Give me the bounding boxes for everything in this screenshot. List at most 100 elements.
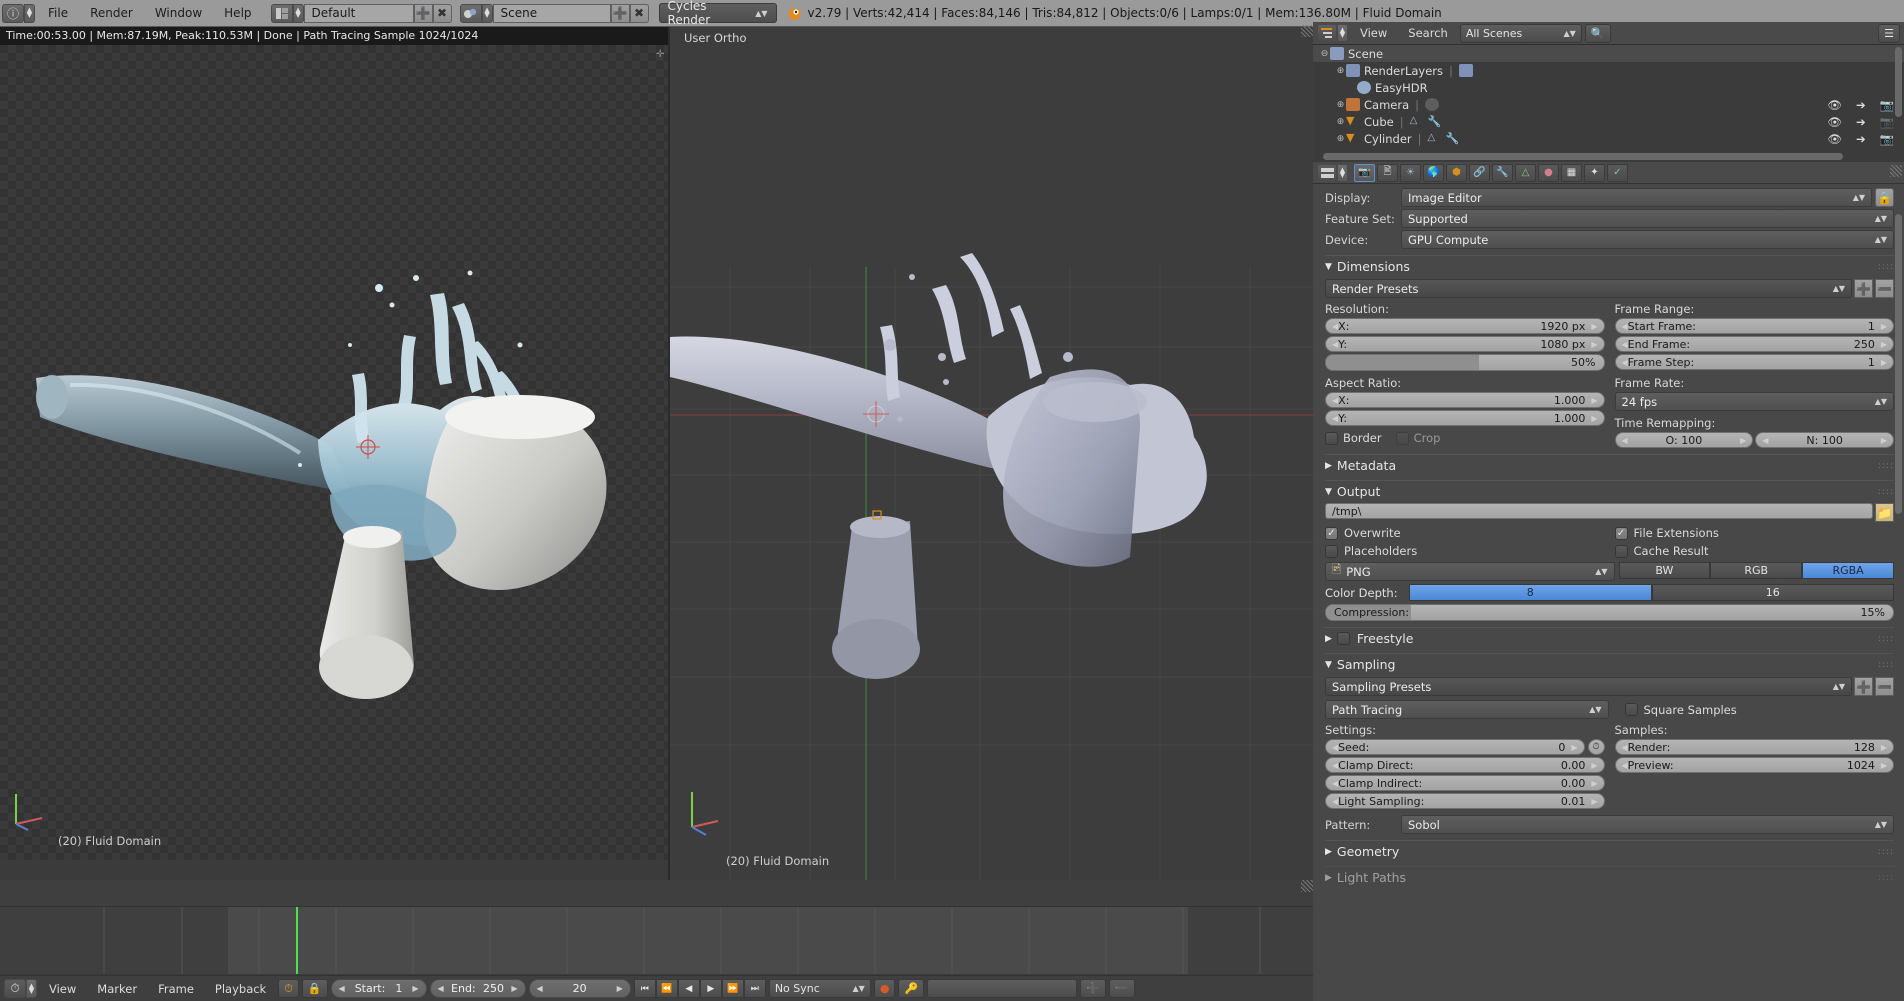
outliner-row-cylinder[interactable]: ⊕ ▼ Cylinder | △ 🔧 👁 ➔ 📷 xyxy=(1313,130,1904,147)
area-split-corner[interactable] xyxy=(1890,165,1902,177)
image-editor-add-icon[interactable]: ✛ xyxy=(656,49,665,60)
start-frame-field[interactable]: ◀ Start: 1 ▶ xyxy=(330,979,427,998)
delete-scene-button[interactable]: ✖ xyxy=(629,3,649,23)
keying-set-field[interactable] xyxy=(927,979,1078,998)
seed-field[interactable]: ◀ Seed: 0 ▶ xyxy=(1325,739,1585,755)
properties-scrollbar[interactable] xyxy=(1895,214,1902,514)
time-remap-old-field[interactable]: ◀ O: 100 ▶ xyxy=(1614,432,1754,448)
increment-icon[interactable]: ▶ xyxy=(412,984,418,993)
aspect-y-field[interactable]: ◀ Y: 1.000 ▶ xyxy=(1325,410,1605,426)
integrator-select[interactable]: Path Tracing ▲▼ xyxy=(1325,700,1609,719)
color-mode-rgb[interactable]: RGB xyxy=(1710,562,1803,579)
outliner-row-renderlayers[interactable]: ⊕ RenderLayers | xyxy=(1313,62,1904,79)
color-depth-8[interactable]: 8 xyxy=(1409,584,1652,601)
area-split-corner[interactable] xyxy=(1301,880,1313,892)
placeholders-checkbox[interactable] xyxy=(1325,544,1338,558)
properties-content[interactable]: Display: Image Editor ▲▼ 🔒 Feature Set: … xyxy=(1313,184,1904,1001)
current-frame-field[interactable]: ◀ 20 ▶ xyxy=(528,979,631,998)
feature-set-select[interactable]: Supported ▲▼ xyxy=(1401,209,1894,228)
add-scene-button[interactable]: ➕ xyxy=(610,3,630,23)
sampling-panel-header[interactable]: ▼ Sampling :::: xyxy=(1325,653,1894,673)
frame-rate-select[interactable]: 24 fps ▲▼ xyxy=(1614,392,1894,411)
mesh-data-icon[interactable]: △ xyxy=(1428,132,1442,145)
resolution-y-field[interactable]: ◀ Y: 1080 px ▶ xyxy=(1325,336,1605,352)
expand-icon[interactable]: ⊕ xyxy=(1335,134,1346,144)
compression-slider[interactable]: Compression: 15% xyxy=(1325,604,1894,621)
add-sampling-preset-button[interactable]: ➕ xyxy=(1854,677,1873,696)
outliner-search-button[interactable]: 🔍 xyxy=(1584,23,1611,43)
resolution-x-field[interactable]: ◀ X: 1920 px ▶ xyxy=(1325,318,1605,334)
pattern-select[interactable]: Sobol ▲▼ xyxy=(1401,815,1894,834)
tab-object[interactable]: ⬢ xyxy=(1446,163,1467,182)
delete-screen-layout-button[interactable]: ✖ xyxy=(432,3,452,23)
color-mode-rgba[interactable]: RGBA xyxy=(1802,562,1894,579)
color-mode-bw[interactable]: BW xyxy=(1618,562,1711,579)
screen-layout-field[interactable]: Default xyxy=(303,3,414,23)
camera-render-icon[interactable]: 📷 xyxy=(1880,132,1894,146)
render-engine-select[interactable]: Cycles Render ▲▼ xyxy=(658,0,777,27)
tab-render-layers[interactable]: 🖹 xyxy=(1377,163,1398,182)
grip-dots-icon[interactable]: :::: xyxy=(1878,634,1894,644)
expand-icon[interactable]: ⊕ xyxy=(1335,100,1346,110)
cursor-arrow-icon[interactable]: ➔ xyxy=(1856,98,1866,112)
camera-render-icon[interactable]: 📷 xyxy=(1880,115,1894,129)
grip-dots-icon[interactable]: :::: xyxy=(1878,461,1894,471)
freestyle-checkbox[interactable] xyxy=(1336,632,1350,645)
increment-icon[interactable]: ▶ xyxy=(617,984,623,993)
frame-step-field[interactable]: ◀ Frame Step: 1 ▶ xyxy=(1614,354,1894,370)
preview-samples-field[interactable]: ◀ Preview: 1024 ▶ xyxy=(1614,757,1894,773)
cursor-arrow-icon[interactable]: ➔ xyxy=(1856,132,1866,146)
eye-icon[interactable]: 👁 xyxy=(1827,98,1842,112)
outliner-editor-type-icon[interactable] xyxy=(1317,24,1337,42)
info-editor-icon[interactable]: ⓘ xyxy=(2,3,24,23)
geometry-panel-header[interactable]: ▶ Geometry :::: xyxy=(1325,840,1894,860)
tab-texture[interactable]: ▦ xyxy=(1561,163,1582,182)
aspect-x-field[interactable]: ◀ X: 1.000 ▶ xyxy=(1325,392,1605,408)
sync-mode-select[interactable]: No Sync ▲▼ xyxy=(768,979,871,998)
timeline-strip[interactable] xyxy=(0,906,1313,975)
dimensions-panel-header[interactable]: ▼ Dimensions :::: xyxy=(1325,255,1894,275)
timeline-editor-type-spinner[interactable]: ▲ ▼ xyxy=(26,979,37,998)
render-presets-select[interactable]: Render Presets ▲▼ xyxy=(1325,279,1852,298)
outliner-horizontal-scrollbar[interactable] xyxy=(1323,153,1843,160)
remove-keyframe-button[interactable]: ➖ xyxy=(1108,979,1135,998)
render-result-canvas[interactable]: (20) Fluid Domain xyxy=(0,45,668,860)
border-checkbox[interactable] xyxy=(1325,431,1338,445)
play-button[interactable]: ▶ xyxy=(699,979,722,998)
decrement-icon[interactable]: ◀ xyxy=(537,984,543,993)
record-button[interactable]: ● xyxy=(873,979,896,998)
tab-physics[interactable]: ✓ xyxy=(1607,163,1628,182)
tl-menu-playback[interactable]: Playback xyxy=(206,976,275,1001)
end-frame-prop-field[interactable]: ◀ End Frame: 250 ▶ xyxy=(1614,336,1894,352)
outliner-menu-search[interactable]: Search xyxy=(1399,22,1457,45)
output-panel-header[interactable]: ▼ Output :::: xyxy=(1325,480,1894,500)
menu-render[interactable]: Render xyxy=(79,0,144,27)
scene-browse-spinner[interactable]: ▲ ▼ xyxy=(481,3,493,23)
remove-sampling-preset-button[interactable]: ➖ xyxy=(1875,677,1894,696)
render-samples-field[interactable]: ◀ Render: 128 ▶ xyxy=(1614,739,1894,755)
tab-world[interactable]: 🌎 xyxy=(1423,163,1444,182)
jump-to-start-button[interactable]: ⏮ xyxy=(633,979,656,998)
outliner-display-mode-select[interactable]: All Scenes ▲▼ xyxy=(1459,23,1582,43)
collapse-icon[interactable]: ⊖ xyxy=(1319,49,1330,59)
square-samples-checkbox[interactable] xyxy=(1624,703,1638,716)
add-screen-layout-button[interactable]: ➕ xyxy=(413,3,433,23)
outliner-filter-button[interactable]: ☰ xyxy=(1878,23,1900,43)
tl-menu-view[interactable]: View xyxy=(40,976,85,1001)
screen-layout-spinner[interactable]: ▲ ▼ xyxy=(292,3,304,23)
sampling-presets-select[interactable]: Sampling Presets ▲▼ xyxy=(1325,677,1852,696)
expand-icon[interactable]: ⊕ xyxy=(1335,117,1346,127)
lock-display-button[interactable]: 🔒 xyxy=(1875,188,1894,207)
time-remap-new-field[interactable]: ◀ N: 100 ▶ xyxy=(1755,432,1894,448)
jump-to-end-button[interactable]: ⏭ xyxy=(743,979,766,998)
grip-dots-icon[interactable]: :::: xyxy=(1878,262,1894,272)
keying-set-icon-button[interactable]: 🔑 xyxy=(898,979,925,998)
menu-window[interactable]: Window xyxy=(144,0,213,27)
device-select[interactable]: GPU Compute ▲▼ xyxy=(1401,230,1894,249)
screen-layout-icon[interactable] xyxy=(270,3,293,23)
metadata-panel-header[interactable]: ▶ Metadata :::: xyxy=(1325,454,1894,474)
clamp-indirect-field[interactable]: ◀ Clamp Indirect: 0.00 ▶ xyxy=(1325,775,1605,791)
render-layer-data-icon[interactable] xyxy=(1458,64,1473,77)
area-split-corner[interactable] xyxy=(1301,25,1313,37)
freestyle-panel-header[interactable]: ▶ Freestyle :::: xyxy=(1325,627,1894,647)
